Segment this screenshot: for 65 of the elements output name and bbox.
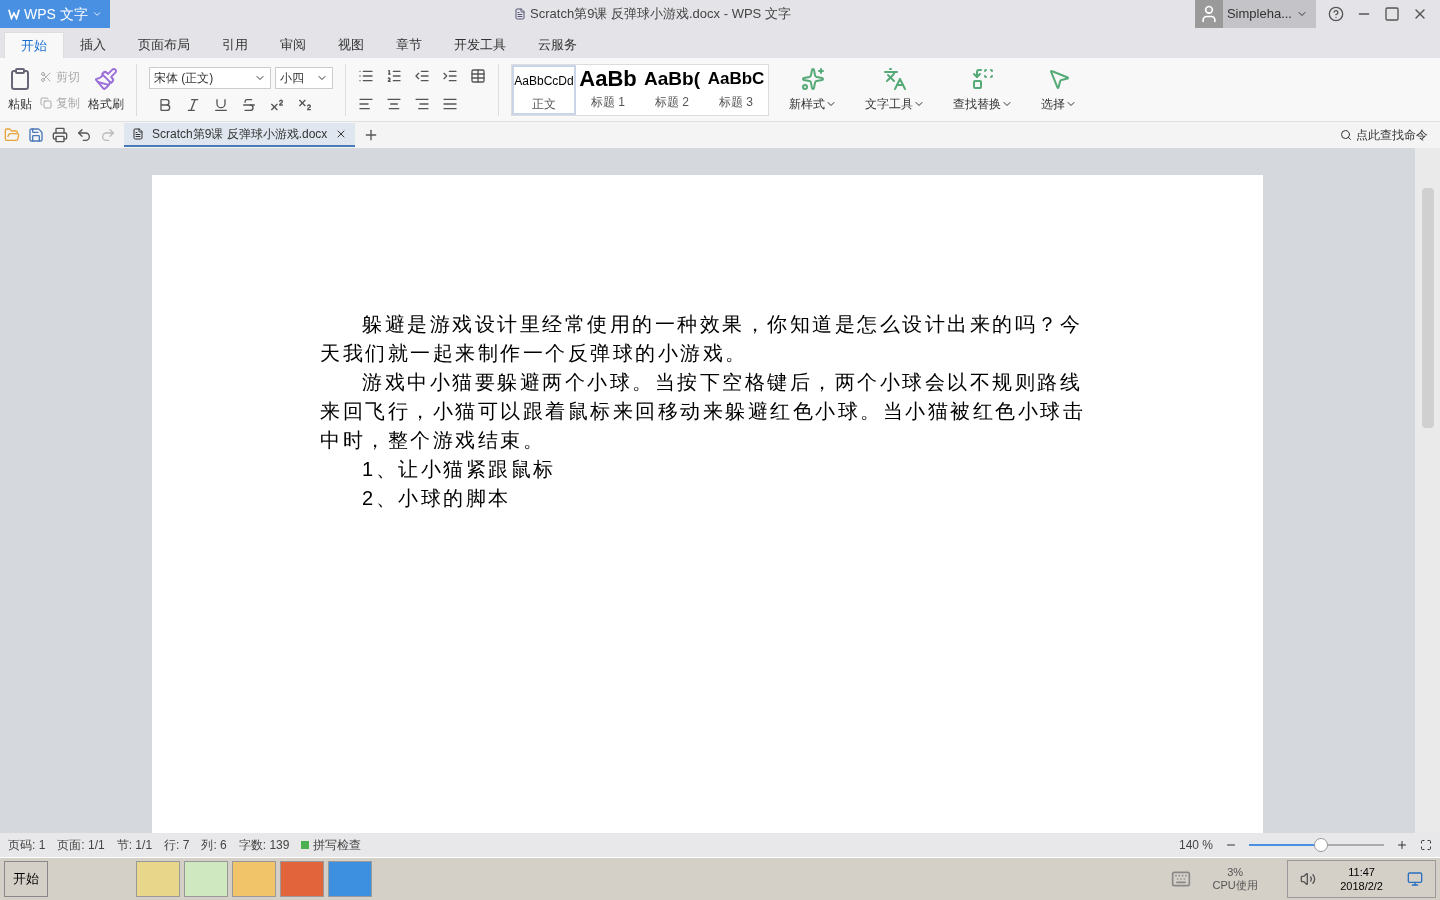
- ribbon-tab[interactable]: 视图: [322, 32, 380, 58]
- style-option[interactable]: AaBbCcDd 正文: [512, 64, 576, 115]
- vertical-scrollbar[interactable]: [1415, 148, 1440, 833]
- window-title: Scratch第9课 反弹球小游戏.docx - WPS 文字: [530, 5, 791, 24]
- ribbon-tab[interactable]: 章节: [380, 32, 438, 58]
- search-icon: [1340, 129, 1352, 141]
- style-option[interactable]: AaBbC 标题 3: [704, 64, 768, 115]
- desktop-icon[interactable]: [1407, 871, 1423, 887]
- paintbrush-icon: [94, 66, 118, 91]
- undo-icon[interactable]: [76, 127, 92, 143]
- save-icon[interactable]: [28, 127, 44, 143]
- cpu-meter: 3% CPU使用: [1211, 866, 1259, 892]
- ribbon-tab[interactable]: 云服务: [522, 32, 593, 58]
- ribbon-tab[interactable]: 页面布局: [122, 32, 206, 58]
- ribbon-tab[interactable]: 开发工具: [438, 32, 522, 58]
- volume-icon[interactable]: [1300, 871, 1317, 887]
- paragraph: 2、小球的脚本: [361, 486, 512, 511]
- maximize-icon[interactable]: [1384, 6, 1400, 22]
- format-painter-button[interactable]: 格式刷: [88, 66, 124, 113]
- text-tool-icon: [883, 66, 907, 91]
- copy-icon: [40, 96, 52, 109]
- document-icon: [132, 128, 144, 140]
- status-item: 页码: 1: [8, 837, 46, 854]
- bold-icon[interactable]: [157, 96, 173, 113]
- font-name-field[interactable]: 宋体 (正文): [149, 66, 271, 89]
- start-button[interactable]: 开始: [4, 861, 48, 897]
- status-item: 字数: 139: [238, 837, 290, 854]
- ribbon-tab[interactable]: 插入: [64, 32, 122, 58]
- zoom-reading: 140 %: [1178, 837, 1213, 854]
- logo-icon: [8, 8, 20, 20]
- user-account[interactable]: Simpleha...: [1194, 0, 1316, 28]
- strikethrough-icon[interactable]: [241, 96, 257, 113]
- ribbon-tool-button[interactable]: 查找替换: [945, 66, 1021, 113]
- print-icon[interactable]: [52, 127, 68, 143]
- zoom-in-icon[interactable]: [1396, 839, 1408, 851]
- ribbon-tool-button[interactable]: 选择: [1033, 66, 1085, 113]
- status-item: 行: 7: [164, 837, 190, 854]
- command-search-field[interactable]: 点此查找命令: [1340, 126, 1436, 144]
- clipboard-icon: [8, 66, 32, 91]
- ribbon-tool-button[interactable]: 文字工具: [857, 66, 933, 113]
- ribbon-tab[interactable]: 引用: [206, 32, 264, 58]
- status-item: 节: 1/1: [116, 837, 153, 854]
- font-size-field[interactable]: 小四: [275, 66, 333, 89]
- help-icon[interactable]: [1328, 6, 1344, 22]
- scissors-icon: [40, 70, 52, 83]
- paragraph: 游戏中小猫要躲避两个小球。当按下空格键后，两个小球会以不规则路线来回飞行，小猫可以跟着鼠标来回移动来躲避红色小球。当小猫被红色小球击中时，整个游戏结束。: [320, 370, 1086, 453]
- status-item: 列: 6: [201, 837, 227, 854]
- underline-icon[interactable]: [213, 96, 229, 113]
- document-tab[interactable]: Scratch第9课 反弹球小游戏.docx: [124, 123, 356, 147]
- paragraph: 1、让小猫紧跟鼠标: [361, 457, 557, 482]
- italic-icon[interactable]: [185, 96, 201, 113]
- document-icon: [514, 8, 527, 20]
- ribbon-tab[interactable]: 审阅: [264, 32, 322, 58]
- zoom-slider[interactable]: [1249, 838, 1384, 852]
- status-item: 页面: 1/1: [57, 837, 105, 854]
- ribbon-tool-button[interactable]: 新样式: [781, 66, 845, 113]
- paragraph: 躲避是游戏设计里经常使用的一种效果，你知道是怎么设计出来的吗？今天我们就一起来制作一个反弹球的小游戏。: [320, 312, 1083, 366]
- fullscreen-icon[interactable]: [1420, 839, 1432, 851]
- table-icon[interactable]: [470, 67, 486, 84]
- ribbon-tab[interactable]: 开始: [4, 32, 64, 58]
- style-option[interactable]: AaBb( 标题 2: [640, 64, 704, 115]
- spell-check-status[interactable]: 拼写检查: [301, 836, 362, 854]
- paste-button[interactable]: 粘贴: [8, 66, 32, 113]
- numbered-list-icon[interactable]: [386, 67, 402, 84]
- style-option[interactable]: AaBb 标题 1: [576, 64, 640, 115]
